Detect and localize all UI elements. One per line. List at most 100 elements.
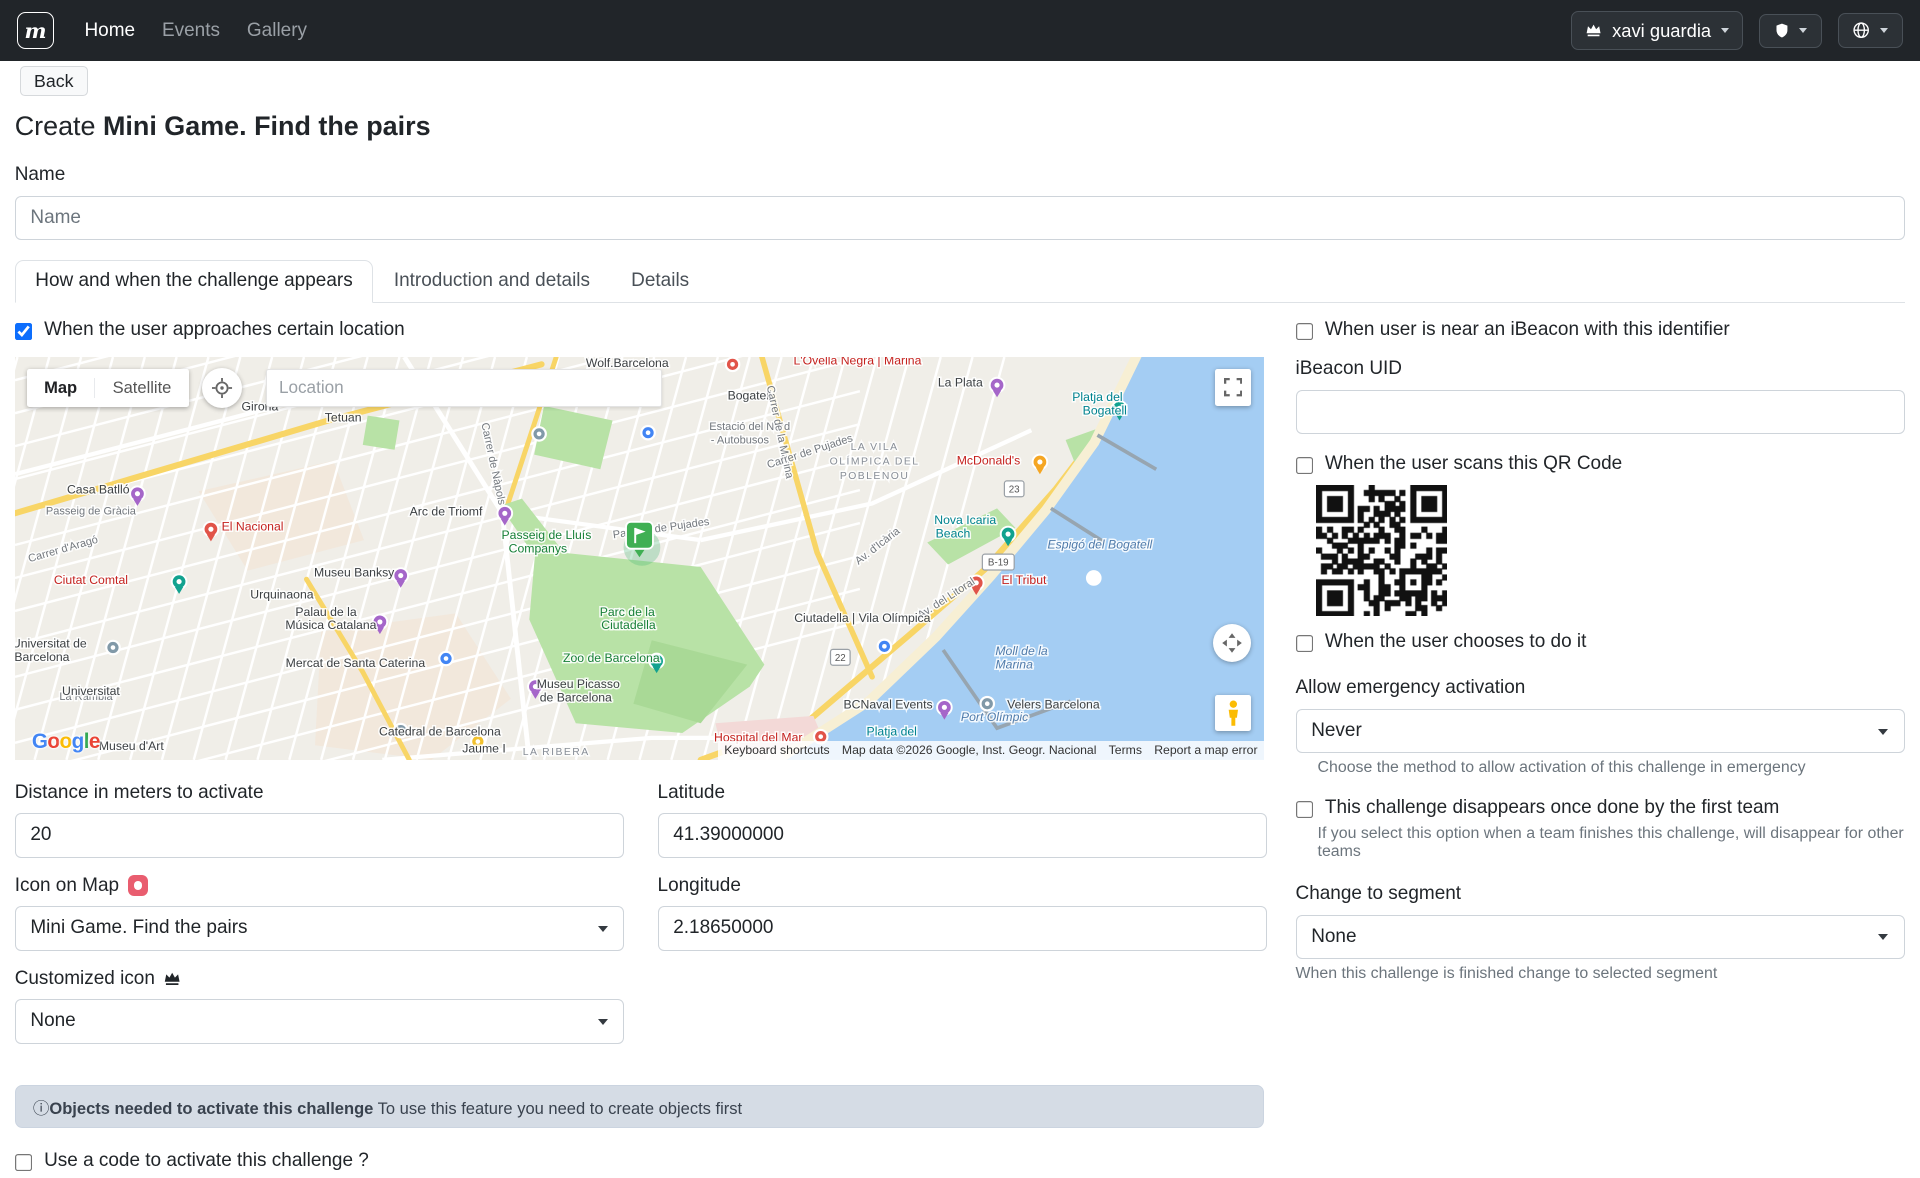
nav-item-events[interactable]: Events [151,10,231,52]
segment-select[interactable]: None [1296,915,1906,959]
svg-text:de Barcelona: de Barcelona [539,690,611,704]
svg-text:Arc de Triomf: Arc de Triomf [409,505,482,519]
qr-checkbox[interactable] [1296,457,1314,475]
icon-on-map-value: Mini Game. Find the pairs [30,917,247,939]
caret-down-icon [1799,28,1807,33]
pan-button[interactable] [1213,624,1251,662]
caret-down-icon [1880,28,1888,33]
app-root: m Home Events Gallery xavi guardia [0,0,1920,1178]
map-location-input[interactable] [266,369,663,407]
tab-details[interactable]: Details [611,260,710,304]
svg-text:Museu Banksy: Museu Banksy [314,566,395,580]
ibeacon-checkbox[interactable] [1296,323,1314,341]
map-data-attribution: Map data ©2026 Google, Inst. Geogr. Naci… [836,743,1103,757]
ibeacon-uid-input[interactable] [1296,390,1906,434]
svg-text:Universitat de: Universitat de [15,636,87,650]
svg-text:Bogatell: Bogatell [1082,403,1126,417]
keyboard-shortcuts-link[interactable]: Keyboard shortcuts [718,743,836,757]
map-fields-right: Latitude Longitude [658,765,1268,1061]
google-logo[interactable]: Google [32,730,100,754]
ibeacon-uid-label: iBeacon UID [1296,358,1906,380]
map-type-map-button[interactable]: Map [27,369,94,407]
objects-alert-title: Objects needed to activate this challeng… [49,1099,373,1118]
svg-text:22: 22 [835,653,846,664]
svg-text:OLÍMPICA DEL: OLÍMPICA DEL [829,454,919,467]
svg-text:Velers Barcelona: Velers Barcelona [1007,697,1100,711]
distance-input[interactable] [15,813,625,857]
disappears-help: If you select this option when a team fi… [1318,825,1906,861]
crown-icon [1585,22,1602,39]
fullscreen-icon [1224,378,1242,396]
qr-checkbox-row: When the user scans this QR Code [1296,453,1906,475]
terms-link[interactable]: Terms [1103,743,1149,757]
svg-text:Nova Icaria: Nova Icaria [934,513,996,527]
activation-column: When user is near an iBeacon with this i… [1296,309,1906,1178]
svg-text:Passeig de Lluís: Passeig de Lluís [501,528,591,542]
svg-text:B-19: B-19 [988,558,1009,569]
longitude-input[interactable] [658,906,1268,950]
approach-location-checkbox[interactable] [15,323,33,341]
chooses-checkbox[interactable] [1296,635,1314,653]
fullscreen-button[interactable] [1215,369,1252,406]
latitude-input[interactable] [658,813,1268,857]
navbar-right: xavi guardia [1571,11,1903,50]
user-menu-button[interactable]: xavi guardia [1571,11,1744,50]
svg-text:L'Ovella Negra | Marina: L'Ovella Negra | Marina [793,357,921,367]
svg-text:Moll de la: Moll de la [995,644,1048,658]
svg-text:Port Olímpic: Port Olímpic [961,710,1028,724]
emergency-help: Choose the method to allow activation of… [1318,759,1906,777]
pegman-icon [1226,700,1241,727]
svg-text:Platja del: Platja del [1072,390,1122,404]
report-map-error-link[interactable]: Report a map error [1148,743,1264,757]
brand-logo[interactable]: m [17,12,54,49]
security-menu-button[interactable] [1759,14,1822,48]
map-attribution: Keyboard shortcuts Map data ©2026 Google… [718,741,1264,759]
nav-item-home[interactable]: Home [73,10,146,52]
tab-how-and-when[interactable]: How and when the challenge appears [15,260,374,304]
svg-text:Barcelona: Barcelona [15,650,70,664]
svg-text:Passeig de Gràcia: Passeig de Gràcia [46,505,137,517]
navbar: m Home Events Gallery xavi guardia [0,0,1920,61]
customized-icon-select[interactable]: None [15,999,625,1043]
name-input[interactable] [15,196,1906,240]
code-activate-checkbox[interactable] [15,1154,33,1172]
segment-value: None [1311,926,1356,948]
svg-text:Wolf.Barcelona: Wolf.Barcelona [586,357,669,370]
svg-text:- Autobusos: - Autobusos [710,434,769,446]
disappears-checkbox-row: This challenge disappears once done by t… [1296,797,1906,819]
approach-location-label: When the user approaches certain locatio… [44,319,405,341]
svg-text:POBLENOU: POBLENOU [840,471,910,482]
svg-text:Mercat de Santa Caterina: Mercat de Santa Caterina [285,656,425,670]
emergency-label: Allow emergency activation [1296,677,1906,699]
svg-text:Jaume I: Jaume I [462,741,506,755]
distance-label: Distance in meters to activate [15,782,625,804]
disappears-checkbox[interactable] [1296,801,1314,819]
emergency-value: Never [1311,720,1362,742]
nav-item-gallery[interactable]: Gallery [236,10,318,52]
emergency-select[interactable]: Never [1296,709,1906,753]
icon-on-map-label: Icon on Map [15,875,625,897]
svg-text:Museu d'Art: Museu d'Art [99,739,165,753]
objects-alert: ⓘObjects needed to activate this challen… [15,1085,1264,1128]
svg-text:McDonald's: McDonald's [956,453,1020,467]
pegman-button[interactable] [1215,695,1252,732]
svg-text:Museu Picasso: Museu Picasso [536,677,619,691]
back-button[interactable]: Back [20,66,88,96]
code-checkbox-row: Use a code to activate this challenge ? [15,1150,1264,1172]
icon-on-map-select[interactable]: Mini Game. Find the pairs [15,906,625,950]
svg-text:LA VILA: LA VILA [850,442,898,453]
svg-text:Parc de la: Parc de la [599,605,654,619]
svg-text:BCNaval Events: BCNaval Events [843,697,932,711]
map-type-satellite-button[interactable]: Satellite [95,369,188,407]
svg-text:Beach: Beach [935,526,970,540]
svg-text:Palau de la: Palau de la [295,605,356,619]
info-icon: ⓘ [33,1099,50,1118]
map-type-control: Map Satellite [27,369,189,407]
svg-text:Marina: Marina [995,657,1033,671]
customized-icon-value: None [30,1010,75,1032]
svg-text:El Tribut: El Tribut [1001,573,1046,587]
svg-text:Universitat: Universitat [62,684,120,698]
tab-introduction-details[interactable]: Introduction and details [373,260,610,304]
map-canvas[interactable]: 2322B-19Wolf.BarcelonaL'Ovella Negra | M… [15,357,1264,760]
language-menu-button[interactable] [1838,13,1903,48]
